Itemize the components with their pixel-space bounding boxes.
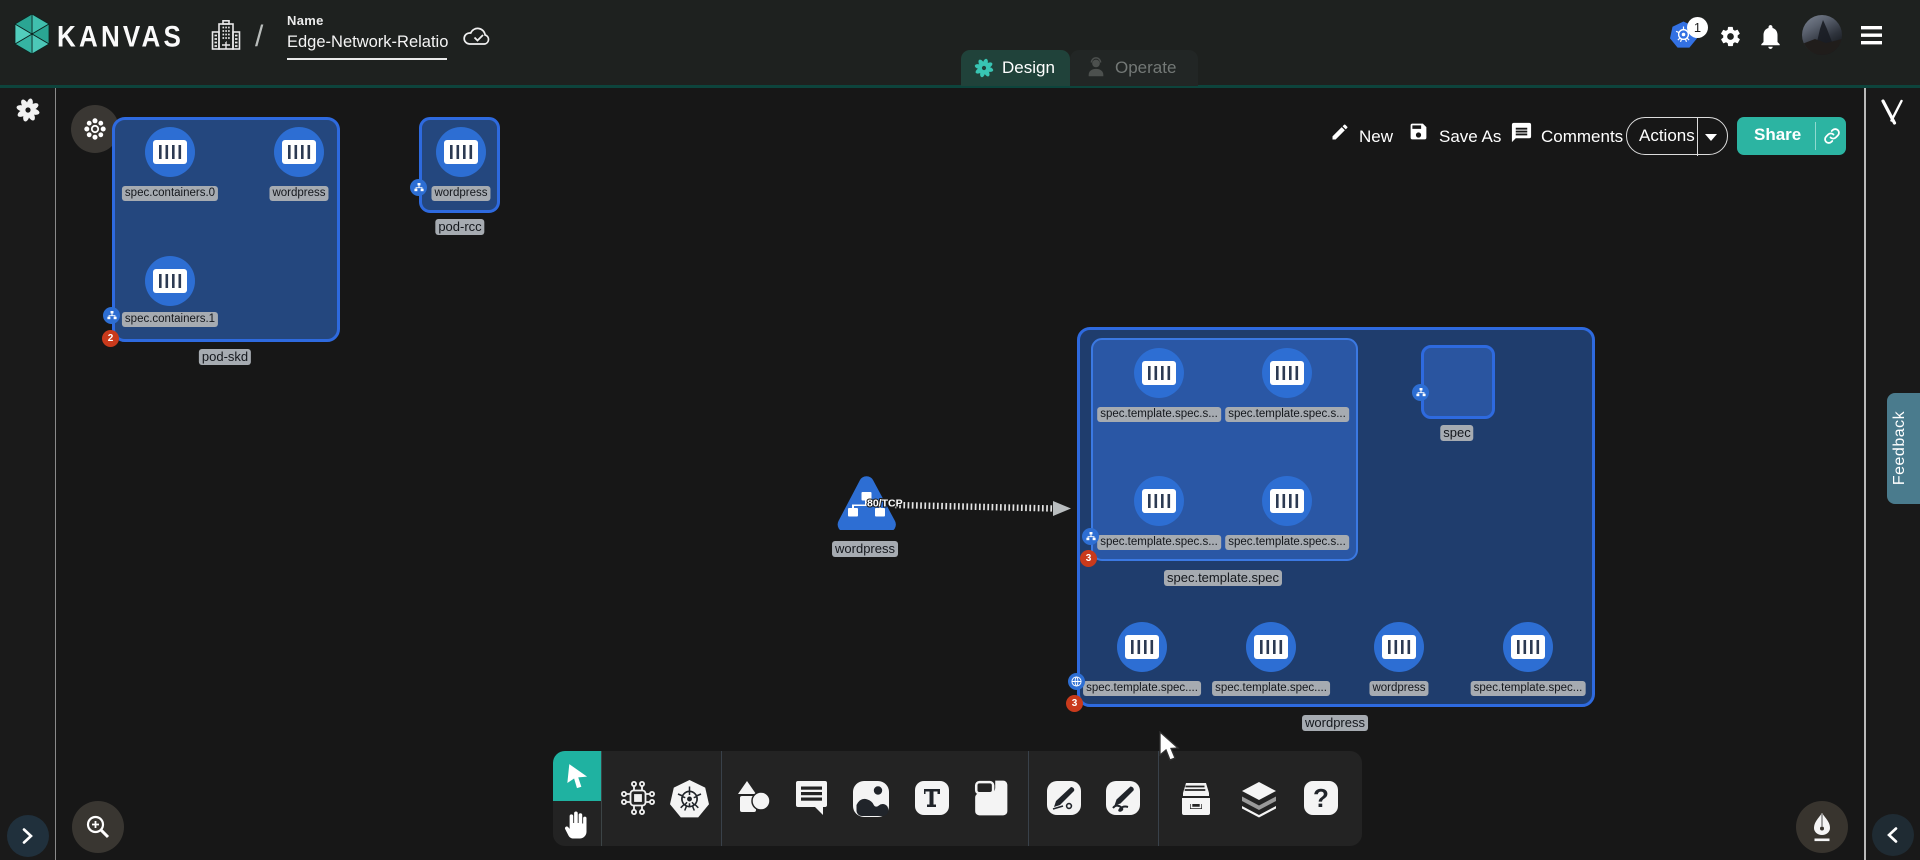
svg-text:?: ?	[1313, 783, 1329, 813]
svg-text:80/TCP: 80/TCP	[867, 498, 903, 510]
